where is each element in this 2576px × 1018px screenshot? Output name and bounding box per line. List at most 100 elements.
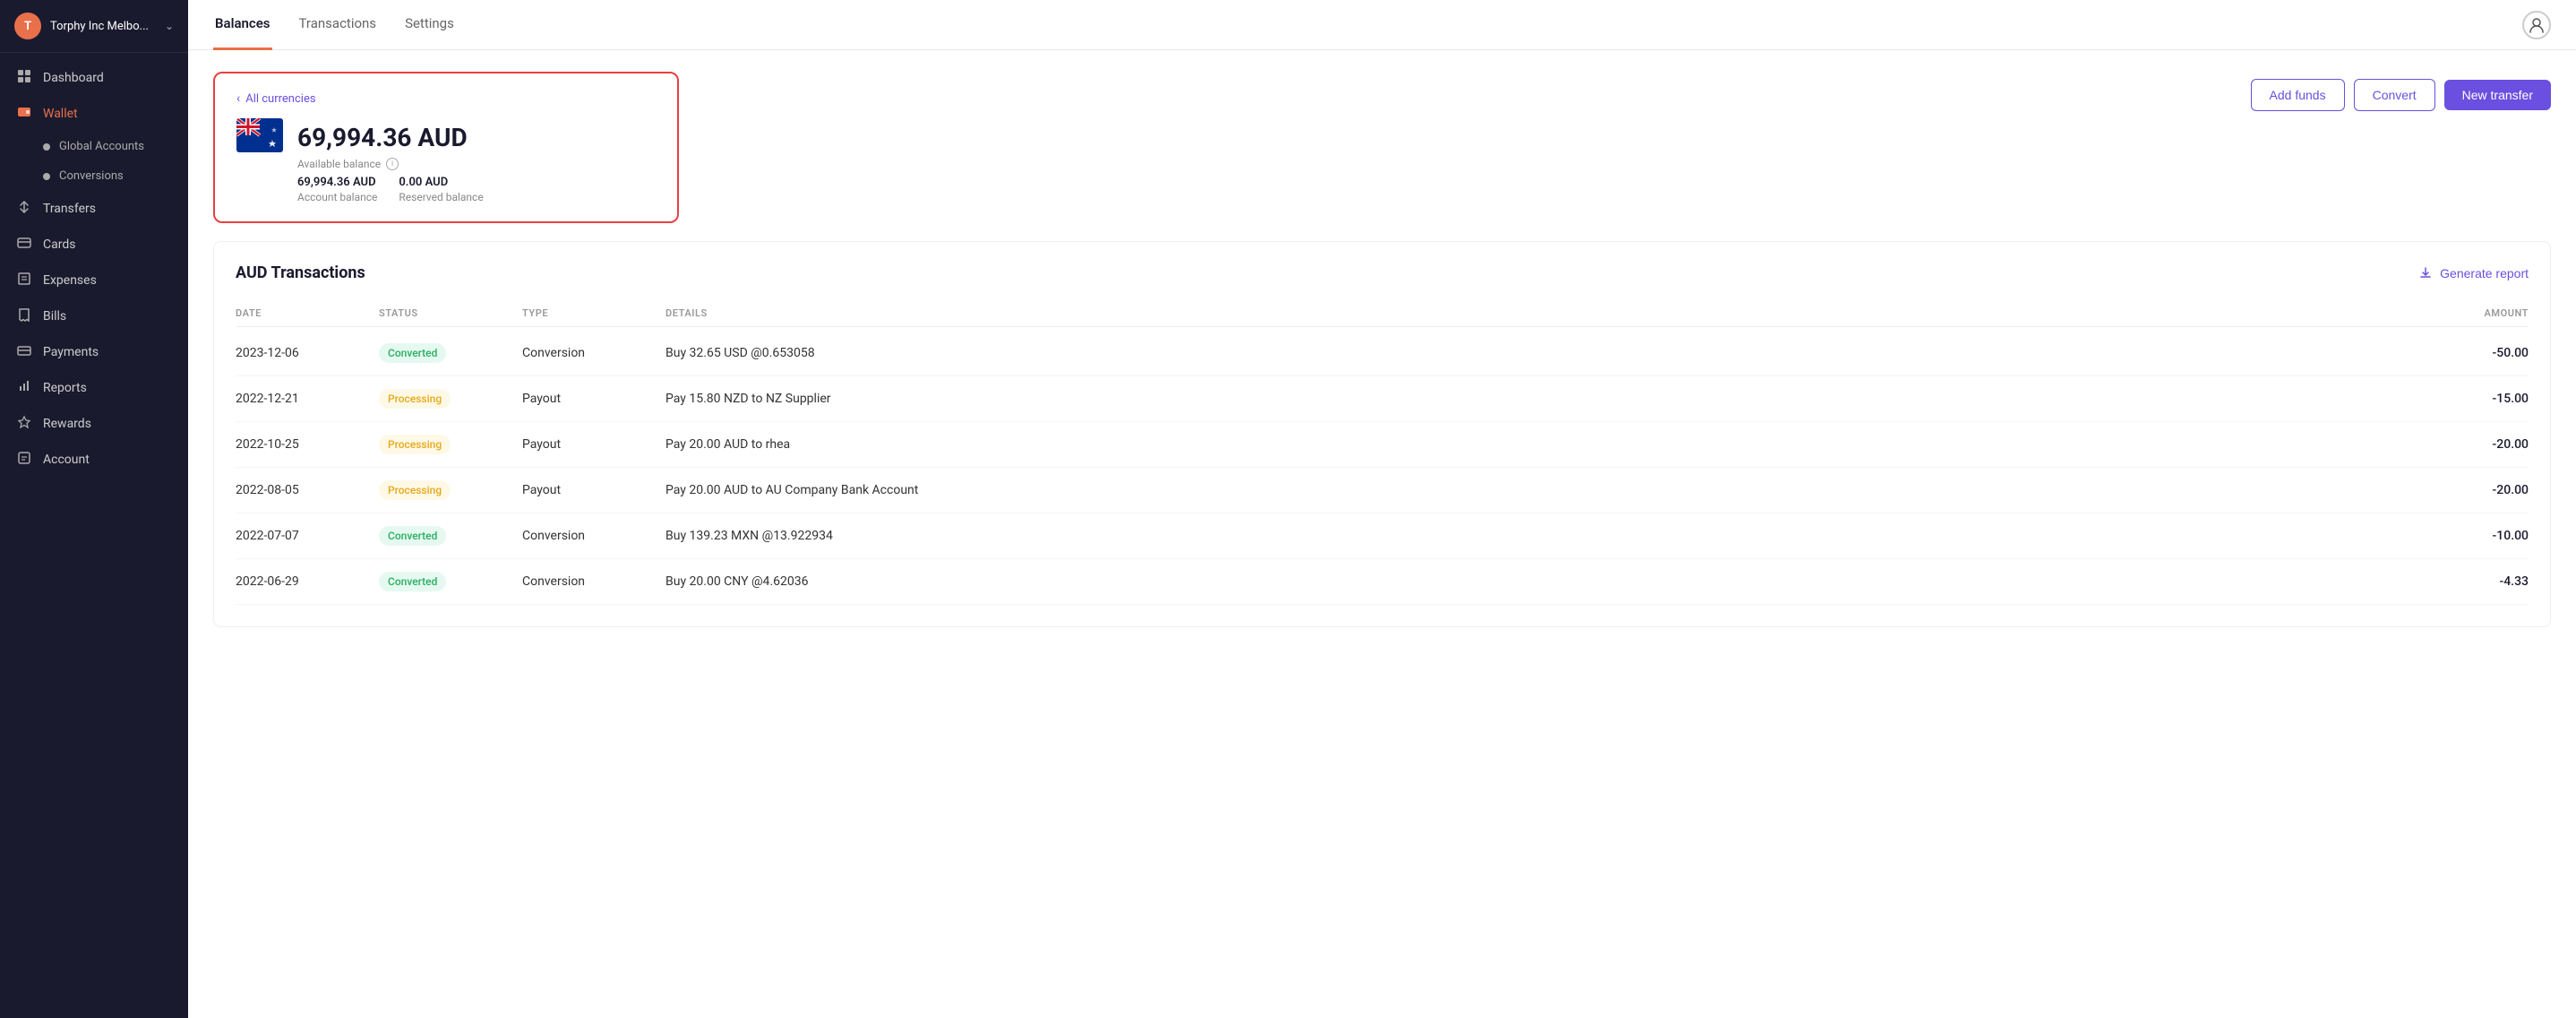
sidebar-item-global-accounts[interactable]: Global Accounts [0,132,188,161]
cell-status: Processing [379,480,522,500]
sidebar-item-account[interactable]: Account [0,442,188,478]
sidebar-chevron-icon[interactable]: ⌄ [165,20,174,32]
cell-type: Conversion [522,574,665,589]
sidebar-item-expenses[interactable]: Expenses [0,263,188,298]
flag-aud [236,118,283,156]
reports-icon [16,379,32,397]
transactions-header: AUD Transactions Generate report [236,263,2529,282]
wallet-icon [16,105,32,123]
sidebar-item-conversions[interactable]: Conversions [0,161,188,191]
col-date: DATE [236,307,379,319]
sidebar-item-transfers[interactable]: Transfers [0,191,188,227]
cell-type: Conversion [522,529,665,543]
account-balance-label: Account balance [297,191,377,203]
top-bar: Balances Transactions Settings [188,0,2576,50]
table-row[interactable]: 2022-08-05 Processing Payout Pay 20.00 A… [236,468,2529,513]
sidebar-item-payments[interactable]: Payments [0,334,188,370]
add-funds-button[interactable]: Add funds [2251,79,2345,111]
sidebar-item-label: Reports [43,381,87,395]
user-avatar[interactable] [2522,11,2551,39]
convert-button[interactable]: Convert [2354,79,2435,111]
col-details: DETAILS [665,307,2403,319]
tab-settings[interactable]: Settings [403,0,456,50]
rewards-icon [16,415,32,433]
table-row[interactable]: 2022-10-25 Processing Payout Pay 20.00 A… [236,422,2529,468]
generate-report-label: Generate report [2440,266,2529,280]
cell-status: Converted [379,572,522,591]
status-badge: Converted [379,343,446,363]
col-type: TYPE [522,307,665,319]
table-row[interactable]: 2022-07-07 Converted Conversion Buy 139.… [236,513,2529,559]
balance-card: ‹ All currencies [213,72,679,223]
transactions-section: AUD Transactions Generate report DATE ST… [213,241,2551,627]
table-header: DATE STATUS TYPE DETAILS AMOUNT [236,300,2529,327]
table-row[interactable]: 2023-12-06 Converted Conversion Buy 32.6… [236,331,2529,376]
sidebar-item-label: Rewards [43,417,91,431]
sidebar-item-label: Transfers [43,202,96,216]
sidebar: T Torphy Inc Melbo... ⌄ Dashboard [0,0,188,1018]
download-icon [2418,266,2433,280]
cell-type: Payout [522,483,665,497]
new-transfer-button[interactable]: New transfer [2444,80,2551,110]
transfers-icon [16,200,32,218]
cell-details: Buy 139.23 MXN @13.922934 [665,529,2403,543]
cell-status: Processing [379,389,522,409]
cell-date: 2022-07-07 [236,529,379,543]
back-link-label: All currencies [245,92,315,106]
table-row[interactable]: 2022-12-21 Processing Payout Pay 15.80 N… [236,376,2529,422]
tab-transactions[interactable]: Transactions [297,0,379,50]
dashboard-icon [16,69,32,87]
cell-type: Payout [522,392,665,406]
cell-date: 2023-12-06 [236,346,379,360]
sidebar-item-cards[interactable]: Cards [0,227,188,263]
cell-amount: -20.00 [2403,483,2529,497]
sidebar-item-bills[interactable]: Bills [0,298,188,334]
cell-status: Converted [379,343,522,363]
cell-date: 2022-06-29 [236,574,379,589]
sidebar-item-label: Account [43,453,90,467]
table-row[interactable]: 2022-06-29 Converted Conversion Buy 20.0… [236,559,2529,605]
sidebar-item-reports[interactable]: Reports [0,370,188,406]
col-status: STATUS [379,307,522,319]
payments-icon [16,343,32,361]
balance-actions: Add funds Convert New transfer [2251,79,2551,111]
sidebar-item-label: Conversions [59,169,124,183]
account-icon [16,451,32,469]
cell-type: Conversion [522,346,665,360]
balance-amount: 69,994.36 AUD [297,123,468,152]
sidebar-header[interactable]: T Torphy Inc Melbo... ⌄ [0,0,188,53]
content-area: ‹ All currencies [188,50,2576,1018]
cell-amount: -15.00 [2403,392,2529,406]
reserved-balance-value: 0.00 AUD [399,176,483,189]
cell-amount: -10.00 [2403,529,2529,543]
expenses-icon [16,272,32,289]
company-logo: T [14,13,41,39]
sidebar-item-wallet[interactable]: Wallet [0,96,188,132]
sidebar-item-label: Dashboard [43,71,104,85]
sidebar-item-label: Bills [43,309,66,324]
cell-details: Pay 20.00 AUD to rhea [665,437,2403,452]
generate-report-button[interactable]: Generate report [2418,266,2529,280]
balance-details: 69,994.36 AUD Account balance 0.00 AUD R… [297,176,656,203]
account-balance-value: 69,994.36 AUD [297,176,377,189]
reserved-balance-label: Reserved balance [399,191,483,203]
sidebar-item-rewards[interactable]: Rewards [0,406,188,442]
account-balance-item: 69,994.36 AUD Account balance [297,176,377,203]
back-link[interactable]: ‹ All currencies [236,91,656,106]
cell-amount: -20.00 [2403,437,2529,452]
cell-date: 2022-12-21 [236,392,379,406]
status-badge: Converted [379,572,446,591]
cards-icon [16,236,32,254]
col-amount: AMOUNT [2403,307,2529,319]
balance-row: 69,994.36 AUD [236,118,656,156]
status-badge: Processing [379,389,451,409]
dot-icon [43,173,50,180]
reserved-balance-item: 0.00 AUD Reserved balance [399,176,483,203]
sidebar-item-dashboard[interactable]: Dashboard [0,60,188,96]
cell-details: Pay 15.80 NZD to NZ Supplier [665,392,2403,406]
tab-balances[interactable]: Balances [213,0,272,50]
sidebar-item-label: Cards [43,237,75,252]
cell-amount: -50.00 [2403,346,2529,360]
info-icon[interactable]: i [386,158,399,170]
cell-date: 2022-08-05 [236,483,379,497]
